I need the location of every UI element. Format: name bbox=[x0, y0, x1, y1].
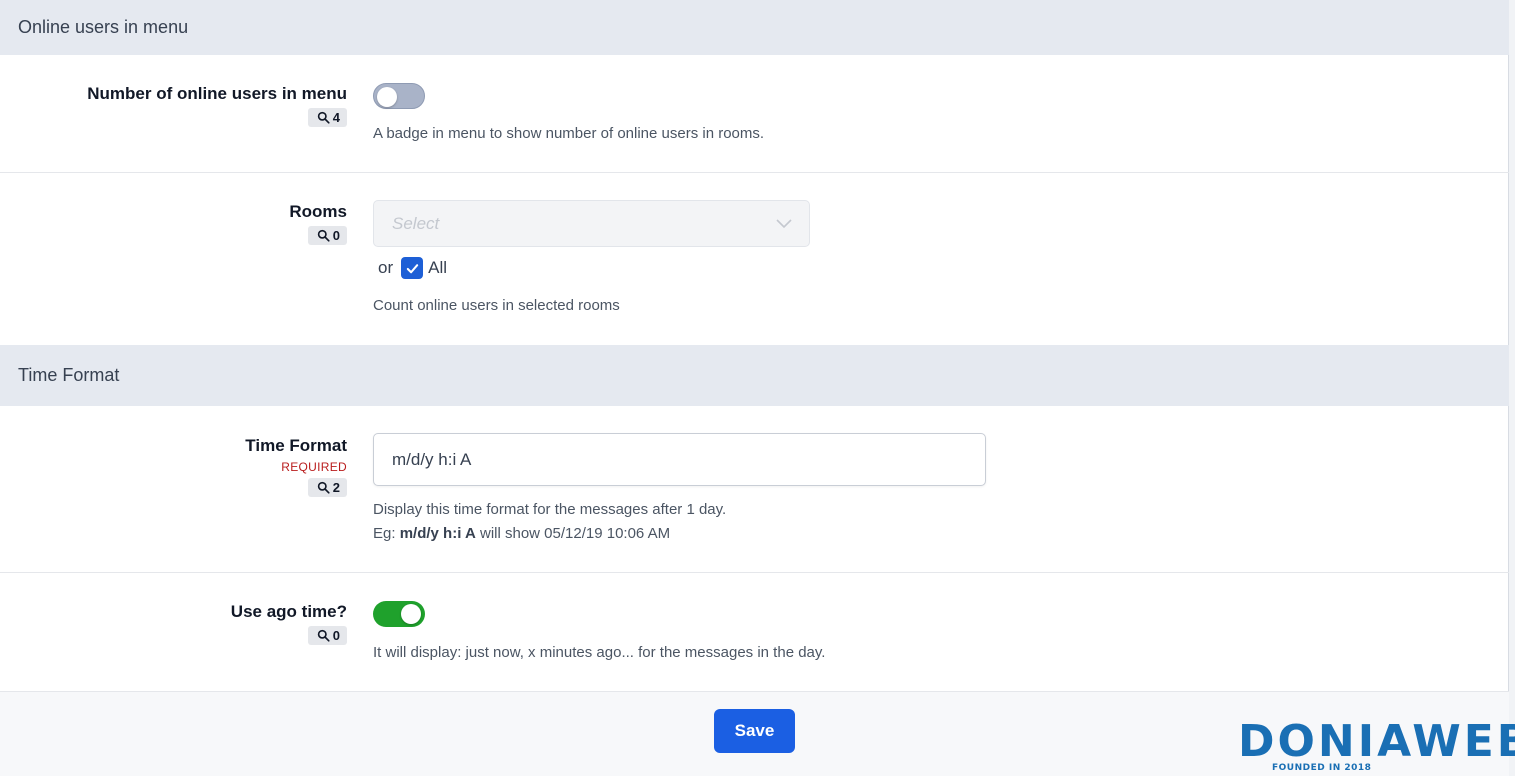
help-text: Display this time format for the message… bbox=[373, 498, 726, 546]
section-title: Time Format bbox=[18, 365, 120, 385]
search-icon bbox=[317, 481, 330, 494]
search-count-badge[interactable]: 0 bbox=[307, 626, 347, 645]
all-rooms-checkbox[interactable] bbox=[401, 257, 424, 279]
scrollbar[interactable] bbox=[1509, 0, 1515, 776]
help-example: Eg: m/d/y h:i A will show 05/12/19 10:06… bbox=[373, 522, 726, 546]
setting-row-online-users: Number of online users in menu 4 A badge… bbox=[0, 55, 1509, 173]
or-text: or bbox=[378, 258, 394, 277]
field-label: Number of online users in menu bbox=[87, 84, 347, 103]
settings-panel: Online users in menu Number of online us… bbox=[0, 0, 1509, 776]
select-placeholder: Select bbox=[392, 214, 440, 233]
toggle-knob bbox=[401, 604, 421, 624]
toggle-knob bbox=[377, 87, 397, 107]
online-users-toggle[interactable] bbox=[373, 83, 425, 109]
field-label: Time Format bbox=[245, 436, 347, 455]
badge-count: 2 bbox=[332, 480, 340, 495]
label-group: Rooms 0 bbox=[289, 202, 347, 247]
section-header-time-format: Time Format bbox=[0, 345, 1509, 406]
setting-row-rooms: Rooms 0 Select or All Count online users… bbox=[0, 173, 1509, 345]
ago-time-toggle[interactable] bbox=[373, 601, 425, 627]
label-group: Number of online users in menu 4 bbox=[87, 84, 347, 129]
badge-count: 0 bbox=[332, 628, 340, 643]
section-header-online-users: Online users in menu bbox=[0, 0, 1509, 55]
search-count-badge[interactable]: 4 bbox=[307, 108, 347, 127]
all-label[interactable]: All bbox=[428, 258, 447, 278]
help-example-result: will show 05/12/19 10:06 AM bbox=[479, 525, 671, 542]
field-label: Rooms bbox=[289, 202, 347, 221]
setting-row-time-format: Time Format REQUIRED 2 Display this time… bbox=[0, 406, 1509, 573]
help-text: Count online users in selected rooms bbox=[373, 297, 620, 314]
doniaweb-watermark-logo: DONIAWEB FOUNDED IN 2018 bbox=[1238, 716, 1515, 776]
chevron-down-icon bbox=[776, 219, 792, 229]
save-button[interactable]: Save bbox=[714, 709, 795, 753]
rooms-select[interactable]: Select bbox=[373, 200, 810, 247]
help-line: Display this time format for the message… bbox=[373, 501, 727, 518]
help-example-format: m/d/y h:i A bbox=[399, 525, 476, 542]
search-icon bbox=[317, 229, 330, 242]
required-indicator: REQUIRED bbox=[281, 460, 347, 474]
time-format-input[interactable] bbox=[373, 433, 986, 486]
label-group: Time Format REQUIRED 2 bbox=[245, 436, 347, 499]
help-text: It will display: just now, x minutes ago… bbox=[373, 644, 826, 661]
search-icon bbox=[317, 629, 330, 642]
section-title: Online users in menu bbox=[18, 17, 189, 37]
setting-row-ago-time: Use ago time? 0 It will display: just no… bbox=[0, 573, 1509, 691]
search-count-badge[interactable]: 0 bbox=[307, 226, 347, 245]
badge-count: 0 bbox=[332, 228, 340, 243]
help-text: A badge in menu to show number of online… bbox=[373, 125, 765, 142]
search-icon bbox=[317, 111, 330, 124]
field-label: Use ago time? bbox=[230, 602, 347, 621]
label-group: Use ago time? 0 bbox=[231, 602, 347, 647]
help-eg: Eg: bbox=[373, 525, 396, 542]
badge-count: 4 bbox=[332, 110, 340, 125]
check-icon bbox=[406, 263, 418, 273]
logo-wordmark: DONIAWEB bbox=[1238, 716, 1515, 767]
all-rooms-option: or All bbox=[378, 257, 447, 279]
search-count-badge[interactable]: 2 bbox=[307, 478, 347, 497]
logo-tagline: FOUNDED IN 2018 bbox=[1272, 763, 1372, 773]
